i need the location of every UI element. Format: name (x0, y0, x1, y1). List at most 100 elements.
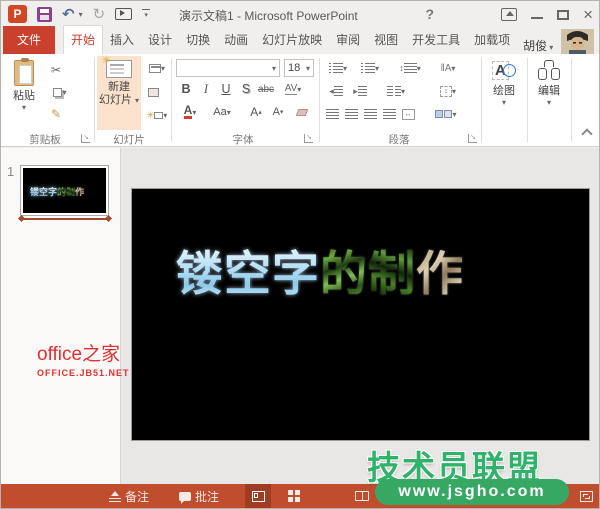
bold-button[interactable]: B (177, 81, 195, 97)
slide-sorter-view-button[interactable] (281, 484, 307, 508)
customize-qat-icon[interactable]: ▾ (142, 8, 151, 19)
workspace: 1 镂空字的制作 镂空字的制作 (1, 148, 599, 486)
tab-insert[interactable]: 插入 (103, 26, 141, 54)
grow-font-button[interactable]: A ▴ (247, 104, 265, 120)
normal-view-button[interactable] (245, 484, 271, 508)
layout-button[interactable]: ▾ (144, 60, 170, 76)
user-account[interactable]: 胡俊 ▾ (523, 37, 553, 54)
section-button[interactable]: ✳ ▾ (144, 107, 170, 123)
start-slideshow-icon[interactable] (115, 8, 133, 20)
notes-toggle[interactable]: 备注 (109, 484, 149, 508)
clipboard-dialog-launcher-icon[interactable]: ↘ (81, 134, 90, 143)
paste-caret-icon: ▾ (21, 103, 26, 112)
reading-view-icon (355, 491, 369, 501)
paste-icon (14, 58, 34, 86)
slide-insert-indicator (17, 214, 113, 223)
slide-thumbnail[interactable]: 镂空字的制作 (20, 165, 109, 216)
new-slide-icon: ✳ (101, 54, 132, 78)
tab-developer[interactable]: 开发工具 (405, 26, 467, 54)
line-spacing-button[interactable]: ↕ ▾ (395, 60, 425, 76)
align-left-button[interactable] (323, 106, 341, 122)
editing-group-button[interactable]: 编辑 ▾ (530, 56, 568, 130)
shrink-font-button[interactable]: A ▾ (269, 104, 287, 120)
font-color-button[interactable]: A ▾ (177, 104, 203, 120)
reset-slide-button[interactable] (144, 84, 162, 100)
save-icon[interactable] (37, 6, 52, 22)
normal-view-icon (251, 490, 265, 502)
window-controls: × (501, 1, 593, 28)
quick-access-toolbar: P ↶ ▾ ↻ ▾ (8, 5, 151, 23)
character-spacing-button[interactable]: AV ▾ (279, 81, 307, 97)
undo-icon[interactable]: ↶ (62, 7, 75, 22)
paragraph-dialog-launcher-icon[interactable]: ↘ (468, 134, 477, 143)
italic-button[interactable]: I (197, 81, 215, 97)
collapse-ribbon-icon[interactable] (581, 128, 593, 140)
slide-sorter-icon (288, 490, 300, 502)
tab-view[interactable]: 视图 (367, 26, 405, 54)
tab-animations[interactable]: 动画 (217, 26, 255, 54)
comment-icon (179, 491, 191, 504)
undo-caret-icon[interactable]: ▾ (79, 10, 83, 19)
font-name-combobox[interactable]: ▾ (176, 59, 280, 77)
tab-addins[interactable]: 加载项 (467, 26, 517, 54)
convert-smartart-button[interactable]: ▾ (429, 106, 463, 122)
binoculars-icon (537, 60, 561, 80)
title-bar: P ↶ ▾ ↻ ▾ 演示文稿1 - Microsoft PowerPoint ? … (1, 1, 599, 28)
change-case-button[interactable]: Aa ▾ (207, 104, 237, 120)
tab-slideshow[interactable]: 幻灯片放映 (255, 26, 329, 54)
powerpoint-logo-icon[interactable]: P (8, 5, 27, 23)
minimize-icon[interactable] (531, 16, 544, 19)
paste-button[interactable]: 粘贴 ▾ (5, 56, 43, 130)
drawing-group-button[interactable]: A 绘图 ▾ (485, 56, 523, 130)
cut-button[interactable]: ✂ (47, 62, 65, 78)
slide-editing-area[interactable]: 镂空字的制作 (122, 148, 599, 486)
numbering-button[interactable]: ▾ (357, 60, 383, 76)
watermark-jsgho-url: www.jsgho.com (375, 479, 569, 505)
user-avatar[interactable] (561, 29, 594, 54)
paragraph-group-label: 段落 (388, 134, 410, 146)
redo-icon[interactable]: ↻ (93, 7, 106, 22)
maximize-icon[interactable] (557, 9, 570, 20)
copy-button[interactable]: ▾ (47, 84, 73, 100)
tab-file[interactable]: 文件 (3, 26, 56, 54)
clear-formatting-button[interactable] (293, 104, 311, 120)
align-right-button[interactable] (361, 106, 379, 122)
ribbon: 粘贴 ▾ ✂ ▾ ✎ 剪贴板 ↘ ✳ 新建 幻灯片 ▾ ▾ ✳ ▾ 幻灯片 ▾ 1… (1, 54, 599, 147)
comments-toggle[interactable]: 批注 (179, 484, 219, 508)
drawing-icon: A (492, 60, 516, 82)
text-direction-button[interactable]: ‖A ▾ (433, 60, 463, 76)
align-text-button[interactable]: ↕ ▾ (433, 83, 463, 99)
format-painter-button[interactable]: ✎ (47, 106, 65, 122)
powerpoint-window: P ↶ ▾ ↻ ▾ 演示文稿1 - Microsoft PowerPoint ? … (0, 0, 600, 509)
tab-home[interactable]: 开始 (63, 25, 104, 54)
user-caret-icon: ▾ (549, 43, 554, 52)
ribbon-tab-row: 文件 开始 插入 设计 切换 动画 幻灯片放映 审阅 视图 开发工具 加载项 胡… (1, 25, 599, 54)
tab-review[interactable]: 审阅 (329, 26, 367, 54)
columns-button[interactable]: ▾ (381, 83, 411, 99)
font-dialog-launcher-icon[interactable]: ↘ (304, 134, 313, 143)
fit-slide-to-window-button[interactable] (573, 484, 599, 508)
underline-button[interactable]: U (217, 81, 235, 97)
tab-design[interactable]: 设计 (141, 26, 179, 54)
font-size-combobox[interactable]: 18 ▾ (284, 59, 314, 77)
slide-thumbnail-panel: 1 镂空字的制作 (1, 148, 121, 486)
slide-title-text[interactable]: 镂空字的制作 (176, 235, 464, 304)
watermark-jb51: office之家 OFFICE.JB51.NET (37, 339, 130, 378)
distribute-button[interactable]: ↔ (399, 106, 417, 122)
watermark-jb51-title: office之家 (37, 344, 121, 365)
tab-transitions[interactable]: 切换 (179, 26, 217, 54)
ribbon-display-options-icon[interactable] (501, 8, 518, 21)
slide-canvas[interactable]: 镂空字的制作 (131, 188, 590, 441)
decrease-indent-button[interactable]: ◂ (325, 83, 347, 99)
strikethrough-button[interactable]: abc (257, 81, 275, 97)
justify-button[interactable] (380, 106, 398, 122)
clipboard-group-label: 剪贴板 (29, 134, 61, 146)
align-center-button[interactable] (342, 106, 360, 122)
bullets-button[interactable]: ▾ (325, 60, 351, 76)
increase-indent-button[interactable]: ▸ (349, 83, 371, 99)
shadow-button[interactable]: S (237, 81, 255, 97)
font-group-label: 字体 (232, 134, 254, 146)
close-icon[interactable]: × (583, 6, 593, 23)
help-icon[interactable]: ? (425, 6, 434, 22)
new-slide-button[interactable]: ✳ 新建 幻灯片 ▾ (97, 54, 141, 130)
